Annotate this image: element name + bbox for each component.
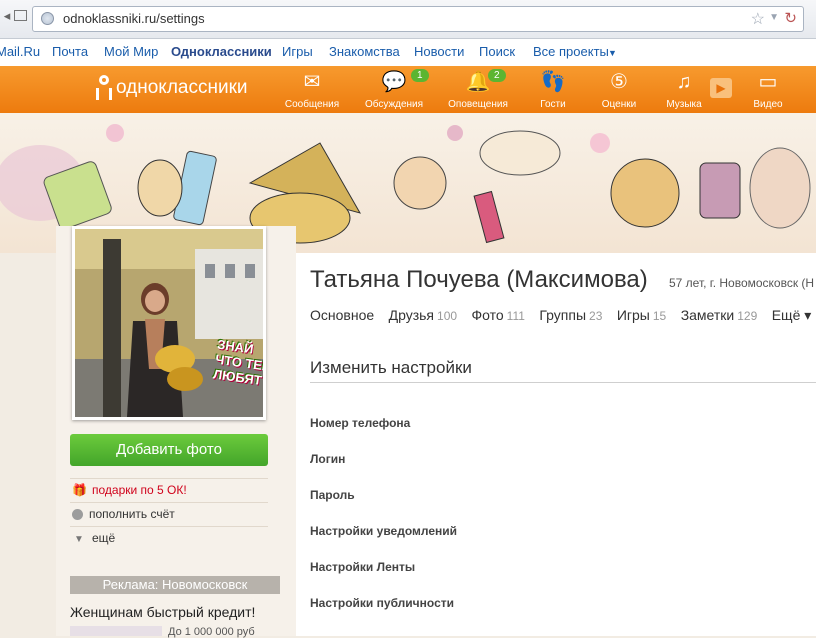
nav-guests-label: Гости [540,99,566,110]
nav-video-label: Видео [753,99,783,110]
tab-grid-icon[interactable] [14,10,27,21]
tab-label: Друзья [388,307,435,323]
portal-link-odnoklassniki[interactable]: Одноклассники [171,44,272,59]
portal-link-games[interactable]: Игры [282,44,313,59]
portal-link-search[interactable]: Поиск [479,44,515,59]
more-link[interactable]: ▼ ещё [70,526,268,549]
back-arrow-icon[interactable]: ◂ [0,9,14,23]
ad-image[interactable] [70,626,162,636]
setting-password[interactable]: Пароль [310,488,355,502]
tab-count: 129 [737,309,758,323]
reload-icon[interactable]: ↻ [784,9,797,27]
dropdown-arrow-icon[interactable]: ▼ [769,12,779,23]
tab-main[interactable]: Основное [310,307,374,323]
envelope-icon: ✉ [303,71,321,93]
portal-link-all-projects[interactable]: Все проекты [533,44,609,59]
ad-title[interactable]: Женщинам быстрый кредит! [70,604,255,620]
rating-icon: ⑤ [610,71,628,93]
profile-photo[interactable]: ЗНАЙ ЧТО ТЕБЯ ЛЮБЯТ [72,226,266,420]
tab-notes[interactable]: Заметки 129 [681,307,758,323]
photo-scene [75,229,263,417]
gift-icon: 🎁 [72,483,87,497]
tab-friends[interactable]: Друзья 100 [389,307,457,323]
profile-meta: 57 лет, г. Новомосковск (Н [669,276,815,290]
profile-name: Татьяна Почуева (Максимова) [310,266,648,293]
nav-messages[interactable]: ✉ Сообщения [279,70,345,110]
video-icon: ▭ [758,71,778,93]
browser-toolbar: ◂ odnoklassniki.ru/settings ☆ ▼ ↻ [0,0,816,39]
ad-text[interactable]: До 1 000 000 руб [168,626,255,638]
tab-label: Группы [539,307,587,323]
bookmark-star-icon[interactable]: ☆ [751,9,765,29]
site-logo-text: одноклассники [116,77,248,99]
portal-link-news[interactable]: Новости [414,44,464,59]
tab-count: 23 [589,309,603,323]
nav-ratings-label: Оценки [601,99,637,110]
tab-games[interactable]: Игры 15 [617,307,666,323]
globe-icon [41,12,54,25]
discussions-badge: 1 [411,69,429,82]
nav-video[interactable]: ▭ Видео [735,70,801,110]
site-header: одноклассники ✉ Сообщения 💬 Обсуждения 1… [0,66,816,114]
topup-link-label: пополнить счёт [89,507,175,521]
setting-publicity[interactable]: Настройки публичности [310,596,454,610]
tab-count: 111 [506,309,525,323]
topup-link[interactable]: пополнить счёт [70,502,268,525]
nav-notifications-label: Оповещения [448,99,508,110]
setting-login[interactable]: Логин [310,452,345,466]
profile-tabs: Основное Друзья 100 Фото 111 Группы 23 Игры… [310,307,816,327]
setting-phone[interactable]: Номер телефона [310,416,410,430]
nav-guests[interactable]: 👣 Гости [520,70,586,110]
ok-logo-icon [96,75,112,101]
site-logo[interactable]: одноклассники [96,75,248,101]
nav-messages-label: Сообщения [284,99,340,110]
more-link-label: ещё [92,531,116,545]
tab-groups[interactable]: Группы 23 [539,307,602,323]
nav-music[interactable]: ♫ Музыка [651,70,717,110]
setting-feed[interactable]: Настройки Ленты [310,560,415,574]
tab-count: 15 [652,309,667,323]
address-bar[interactable]: odnoklassniki.ru/settings ☆ ▼ ↻ [32,6,804,32]
triangle-down-icon: ▼ [74,534,84,545]
ad-header: Реклама: Новомосковск [70,576,280,594]
profile-photo-image: ЗНАЙ ЧТО ТЕБЯ ЛЮБЯТ [75,229,263,417]
tab-label: Основное [310,307,375,323]
tab-label: Фото [471,307,504,323]
mailru-portal-bar: Mail.Ru Почта Мой Мир Одноклассники Игры… [0,39,816,67]
nav-music-label: Музыка [666,99,702,110]
tab-label: Заметки [680,307,735,323]
settings-title: Изменить настройки [310,358,472,377]
tab-more[interactable]: Ещё ▾ [772,307,812,324]
tab-photos[interactable]: Фото 111 [472,307,525,323]
divider [310,382,816,383]
nav-ratings[interactable]: ⑤ Оценки [586,70,652,110]
footprints-icon: 👣 [540,71,566,93]
notifications-badge: 2 [488,69,506,82]
tab-label: Игры [616,307,650,323]
portal-link-mail[interactable]: Почта [52,44,88,59]
chevron-down-icon[interactable]: ▼ [608,48,617,58]
portal-link-mailru[interactable]: Mail.Ru [0,44,40,59]
photo-overlay-text: ЗНАЙ ЧТО ТЕБЯ ЛЮБЯТ [212,336,263,388]
tab-label: Ещё ▾ [771,307,812,323]
gifts-link-label: подарки по 5 ОК! [92,483,187,497]
tab-count: 100 [437,309,458,323]
music-note-icon: ♫ [676,71,692,93]
play-icon[interactable]: ▶ [710,78,732,98]
url-text[interactable]: odnoklassniki.ru/settings [63,11,205,26]
portal-link-mymir[interactable]: Мой Мир [104,44,158,59]
coin-icon [72,509,83,521]
gifts-link[interactable]: 🎁 подарки по 5 ОК! [70,478,268,501]
add-photo-button[interactable]: Добавить фото [70,434,268,466]
nav-discussions-label: Обсуждения [364,99,424,110]
portal-link-dating[interactable]: Знакомства [329,44,400,59]
setting-notifications[interactable]: Настройки уведомлений [310,524,457,538]
